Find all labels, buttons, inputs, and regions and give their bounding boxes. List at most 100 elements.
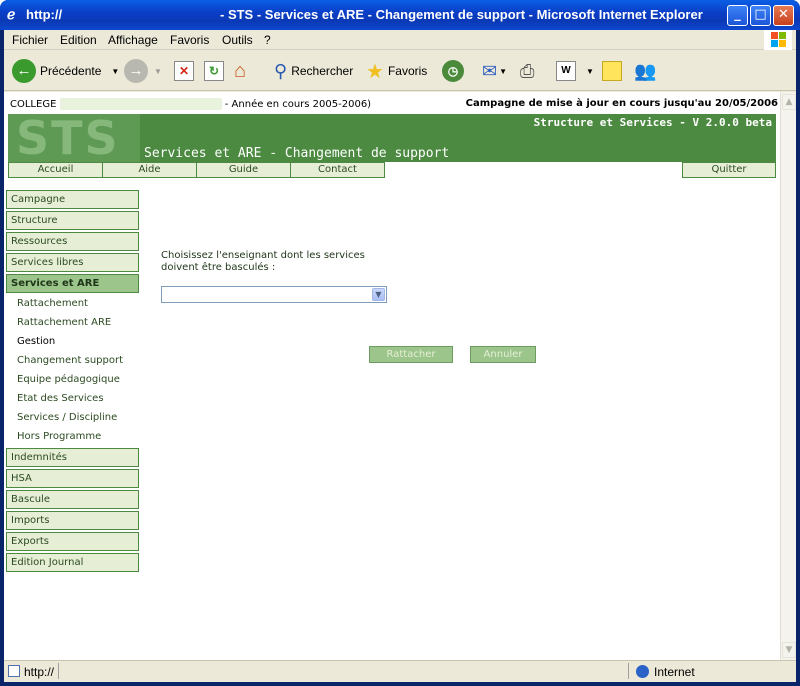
word-icon: W [556,61,576,81]
scroll-up-icon[interactable]: ▲ [782,94,796,110]
menu-favoris[interactable]: Favoris [170,33,209,47]
sidebar-item-structure[interactable]: Structure [6,211,139,230]
toolbar: ← Précédente ▼ → ▼ ✕ ↻ ⌂ ⚲ Rechercher ★ … [4,51,796,91]
nav-quitter[interactable]: Quitter [682,162,776,178]
forward-dropdown-icon[interactable]: ▼ [154,67,162,76]
back-label: Précédente [40,64,102,78]
status-divider [58,663,59,679]
annuler-button[interactable]: Annuler [470,346,536,363]
sidebar-item-indemnites[interactable]: Indemnités [6,448,139,467]
sts-logo: STS [8,114,140,162]
maximize-button[interactable]: □ [750,5,771,26]
chevron-down-icon[interactable]: ▼ [372,288,385,301]
star-icon: ★ [366,60,384,83]
sidebar-item-services-et-are[interactable]: Services et ARE [6,274,139,293]
app-version: Structure et Services - V 2.0.0 beta [533,116,772,129]
mail-icon: ✉ [482,60,498,81]
notes-button[interactable] [602,58,622,84]
scroll-down-icon[interactable]: ▼ [782,642,796,658]
favorites-button[interactable]: ★ Favoris [366,58,427,84]
search-label: Rechercher [291,64,354,78]
year-label: - Année en cours 2005-2006) [224,99,372,110]
browser-client: Fichier Edition Affichage Favoris Outils… [4,30,796,682]
home-icon: ⌂ [234,59,247,82]
back-button[interactable]: ← Précédente ▼ [12,58,119,84]
teacher-select[interactable]: ▼ [161,286,387,303]
web-page: COLLEGE - Année en cours 2005-2006) Camp… [4,92,780,660]
sidebar-sub-services-discipline[interactable]: Services / Discipline [17,410,117,426]
title-url: http:// [26,7,63,22]
page-title: Services et ARE - Changement de support [144,146,450,161]
forward-button[interactable]: → ▼ [124,58,162,84]
history-icon: ◷ [442,60,464,82]
nav-aide[interactable]: Aide [102,162,197,178]
note-icon [602,61,622,81]
sidebar-item-hsa[interactable]: HSA [6,469,139,488]
campaign-label: Campagne de mise à jour en cours jusqu'a… [465,98,778,109]
prompt-line-2: doivent être basculés : [161,262,276,273]
vertical-scrollbar[interactable]: ▲ ▼ [780,92,796,660]
print-button[interactable]: ⎙ [520,58,534,84]
rattacher-button[interactable]: Rattacher [369,346,453,363]
prompt-line-1: Choisissez l'enseignant dont les service… [161,250,365,261]
status-url: http:// [24,665,55,679]
browser-window: ℯ http:// - STS - Services et ARE - Chan… [0,0,800,686]
mail-dropdown-icon[interactable]: ▼ [499,67,507,76]
sidebar-sub-rattachement-are[interactable]: Rattachement ARE [17,315,111,331]
back-arrow-icon: ← [12,59,36,83]
edit-dropdown-icon[interactable]: ▼ [586,67,594,76]
refresh-icon: ↻ [204,61,224,81]
nav-accueil[interactable]: Accueil [8,162,103,178]
messenger-button[interactable]: 👥 [634,58,656,84]
printer-icon: ⎙ [520,60,535,81]
stop-button[interactable]: ✕ [174,58,194,84]
teacher-prompt: Choisissez l'enseignant dont les service… [161,250,365,274]
sidebar-sub-changement-support[interactable]: Changement support [17,353,123,369]
header-info: COLLEGE - Année en cours 2005-2006) Camp… [10,98,780,112]
menu-affichage[interactable]: Affichage [108,33,158,47]
sidebar-item-edition-journal[interactable]: Edition Journal [6,553,139,572]
college-name-field [59,98,222,110]
sts-banner: STS Structure et Services - V 2.0.0 beta… [8,114,776,162]
forward-arrow-icon: → [124,59,148,83]
menu-edition[interactable]: Edition [60,33,97,47]
favorites-label: Favoris [387,64,428,78]
window-title: - STS - Services et ARE - Changement de … [220,7,703,22]
status-divider-zone [628,663,629,679]
windows-logo-icon [764,30,792,50]
title-bar: ℯ http:// - STS - Services et ARE - Chan… [0,0,800,30]
nav-contact[interactable]: Contact [290,162,385,178]
menu-help[interactable]: ? [264,33,271,47]
menu-fichier[interactable]: Fichier [12,33,48,47]
edit-button[interactable]: W ▼ [556,58,594,84]
close-button[interactable]: ✕ [773,5,794,26]
sidebar-item-ressources[interactable]: Ressources [6,232,139,251]
refresh-button[interactable]: ↻ [204,58,224,84]
sts-logo-text: STS [16,114,120,162]
menu-bar: Fichier Edition Affichage Favoris Outils… [4,30,796,50]
menu-outils[interactable]: Outils [222,33,253,47]
college-label: COLLEGE [10,99,57,110]
search-button[interactable]: ⚲ Rechercher [274,58,353,84]
minimize-button[interactable]: _ [727,5,748,26]
home-button[interactable]: ⌂ [234,58,246,84]
sidebar-item-exports[interactable]: Exports [6,532,139,551]
security-zone: Internet [654,665,695,679]
messenger-icon: 👥 [634,60,657,81]
history-button[interactable]: ◷ [442,58,464,84]
sidebar-item-services-libres[interactable]: Services libres [6,253,139,272]
sidebar-sub-equipe-pedagogique[interactable]: Equipe pédagogique [17,372,120,388]
globe-icon [636,665,649,678]
nav-guide[interactable]: Guide [196,162,291,178]
sidebar-item-imports[interactable]: Imports [6,511,139,530]
stop-icon: ✕ [174,61,194,81]
sidebar-sub-etat-des-services[interactable]: Etat des Services [17,391,104,407]
sidebar-item-bascule[interactable]: Bascule [6,490,139,509]
mail-button[interactable]: ✉ ▼ [482,58,507,84]
ie-logo-icon: ℯ [7,7,16,23]
page-icon [8,665,20,677]
sidebar-sub-hors-programme[interactable]: Hors Programme [17,429,101,445]
sidebar-item-campagne[interactable]: Campagne [6,190,139,209]
sidebar-sub-rattachement[interactable]: Rattachement [17,296,88,312]
back-dropdown-icon[interactable]: ▼ [111,67,119,76]
